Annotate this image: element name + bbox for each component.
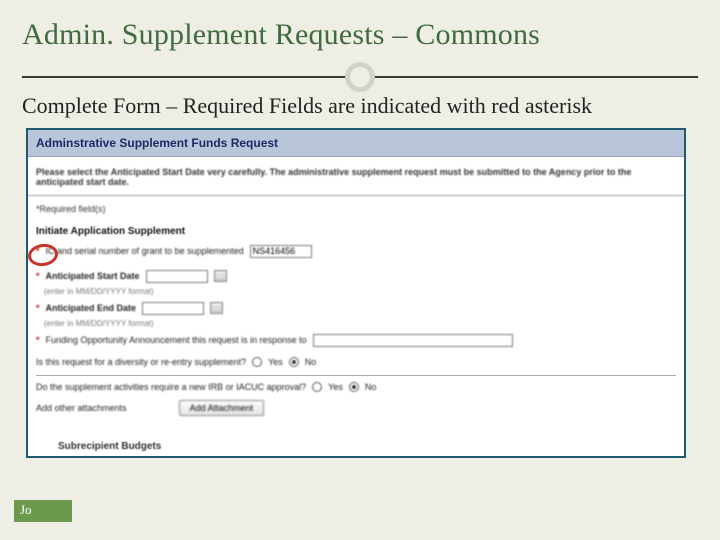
form-screenshot: Adminstrative Supplement Funds Request P… bbox=[26, 128, 686, 458]
diversity-yes-radio[interactable] bbox=[252, 357, 262, 367]
start-date-label: Anticipated Start Date bbox=[46, 271, 140, 281]
form-header: Adminstrative Supplement Funds Request bbox=[28, 130, 684, 157]
page-title: Admin. Supplement Requests – Commons bbox=[22, 18, 698, 52]
start-date-hint: (enter in MM/DD/YYYY format) bbox=[44, 287, 676, 296]
calendar-icon[interactable] bbox=[214, 270, 227, 282]
start-date-row: * Anticipated Start Date bbox=[36, 270, 676, 283]
foa-label: Funding Opportunity Announcement this re… bbox=[46, 335, 307, 345]
irb-no-radio[interactable] bbox=[349, 382, 359, 392]
end-date-row: * Anticipated End Date bbox=[36, 302, 676, 315]
end-date-input[interactable] bbox=[142, 302, 204, 315]
irb-row: Do the supplement activities require a n… bbox=[36, 382, 676, 392]
diversity-row: Is this request for a diversity or re-en… bbox=[36, 357, 676, 367]
asterisk-icon: * bbox=[36, 246, 40, 256]
title-bar: Admin. Supplement Requests – Commons bbox=[22, 18, 698, 78]
footer-fragment: Jo bbox=[14, 500, 72, 522]
asterisk-icon: * bbox=[36, 303, 40, 313]
diversity-no-radio[interactable] bbox=[289, 357, 299, 367]
yes-label: Yes bbox=[328, 382, 343, 392]
slide: Admin. Supplement Requests – Commons Com… bbox=[0, 0, 720, 540]
irb-label: Do the supplement activities require a n… bbox=[36, 382, 306, 392]
subrecipient-budgets-heading: Subrecipient Budgets bbox=[58, 441, 161, 452]
no-label: No bbox=[305, 357, 317, 367]
grant-label: IC and serial number of grant to be supp… bbox=[46, 246, 244, 256]
divider bbox=[36, 375, 676, 376]
foa-input[interactable] bbox=[313, 334, 513, 347]
grant-input[interactable] bbox=[250, 245, 312, 258]
add-attachment-button[interactable]: Add Attachment bbox=[179, 400, 265, 416]
grant-row: * IC and serial number of grant to be su… bbox=[36, 245, 676, 258]
form-body: *Required field(s) Initiate Application … bbox=[28, 196, 684, 424]
end-date-hint: (enter in MM/DD/YYYY format) bbox=[44, 319, 676, 328]
calendar-icon[interactable] bbox=[210, 302, 223, 314]
diversity-label: Is this request for a diversity or re-en… bbox=[36, 357, 246, 367]
asterisk-icon: * bbox=[36, 271, 40, 281]
irb-yes-radio[interactable] bbox=[312, 382, 322, 392]
no-label: No bbox=[365, 382, 377, 392]
start-date-input[interactable] bbox=[146, 270, 208, 283]
attachments-row: Add other attachments Add Attachment bbox=[36, 400, 676, 416]
subtitle: Complete Form – Required Fields are indi… bbox=[22, 92, 698, 120]
required-fields-note: *Required field(s) bbox=[36, 204, 676, 214]
yes-label: Yes bbox=[268, 357, 283, 367]
section-heading: Initiate Application Supplement bbox=[36, 226, 676, 237]
asterisk-icon: * bbox=[36, 335, 40, 345]
divider-ornament-icon bbox=[345, 62, 375, 92]
form-instruction: Please select the Anticipated Start Date… bbox=[28, 157, 684, 196]
end-date-label: Anticipated End Date bbox=[46, 303, 137, 313]
foa-row: * Funding Opportunity Announcement this … bbox=[36, 334, 676, 347]
attachments-label: Add other attachments bbox=[36, 403, 127, 413]
